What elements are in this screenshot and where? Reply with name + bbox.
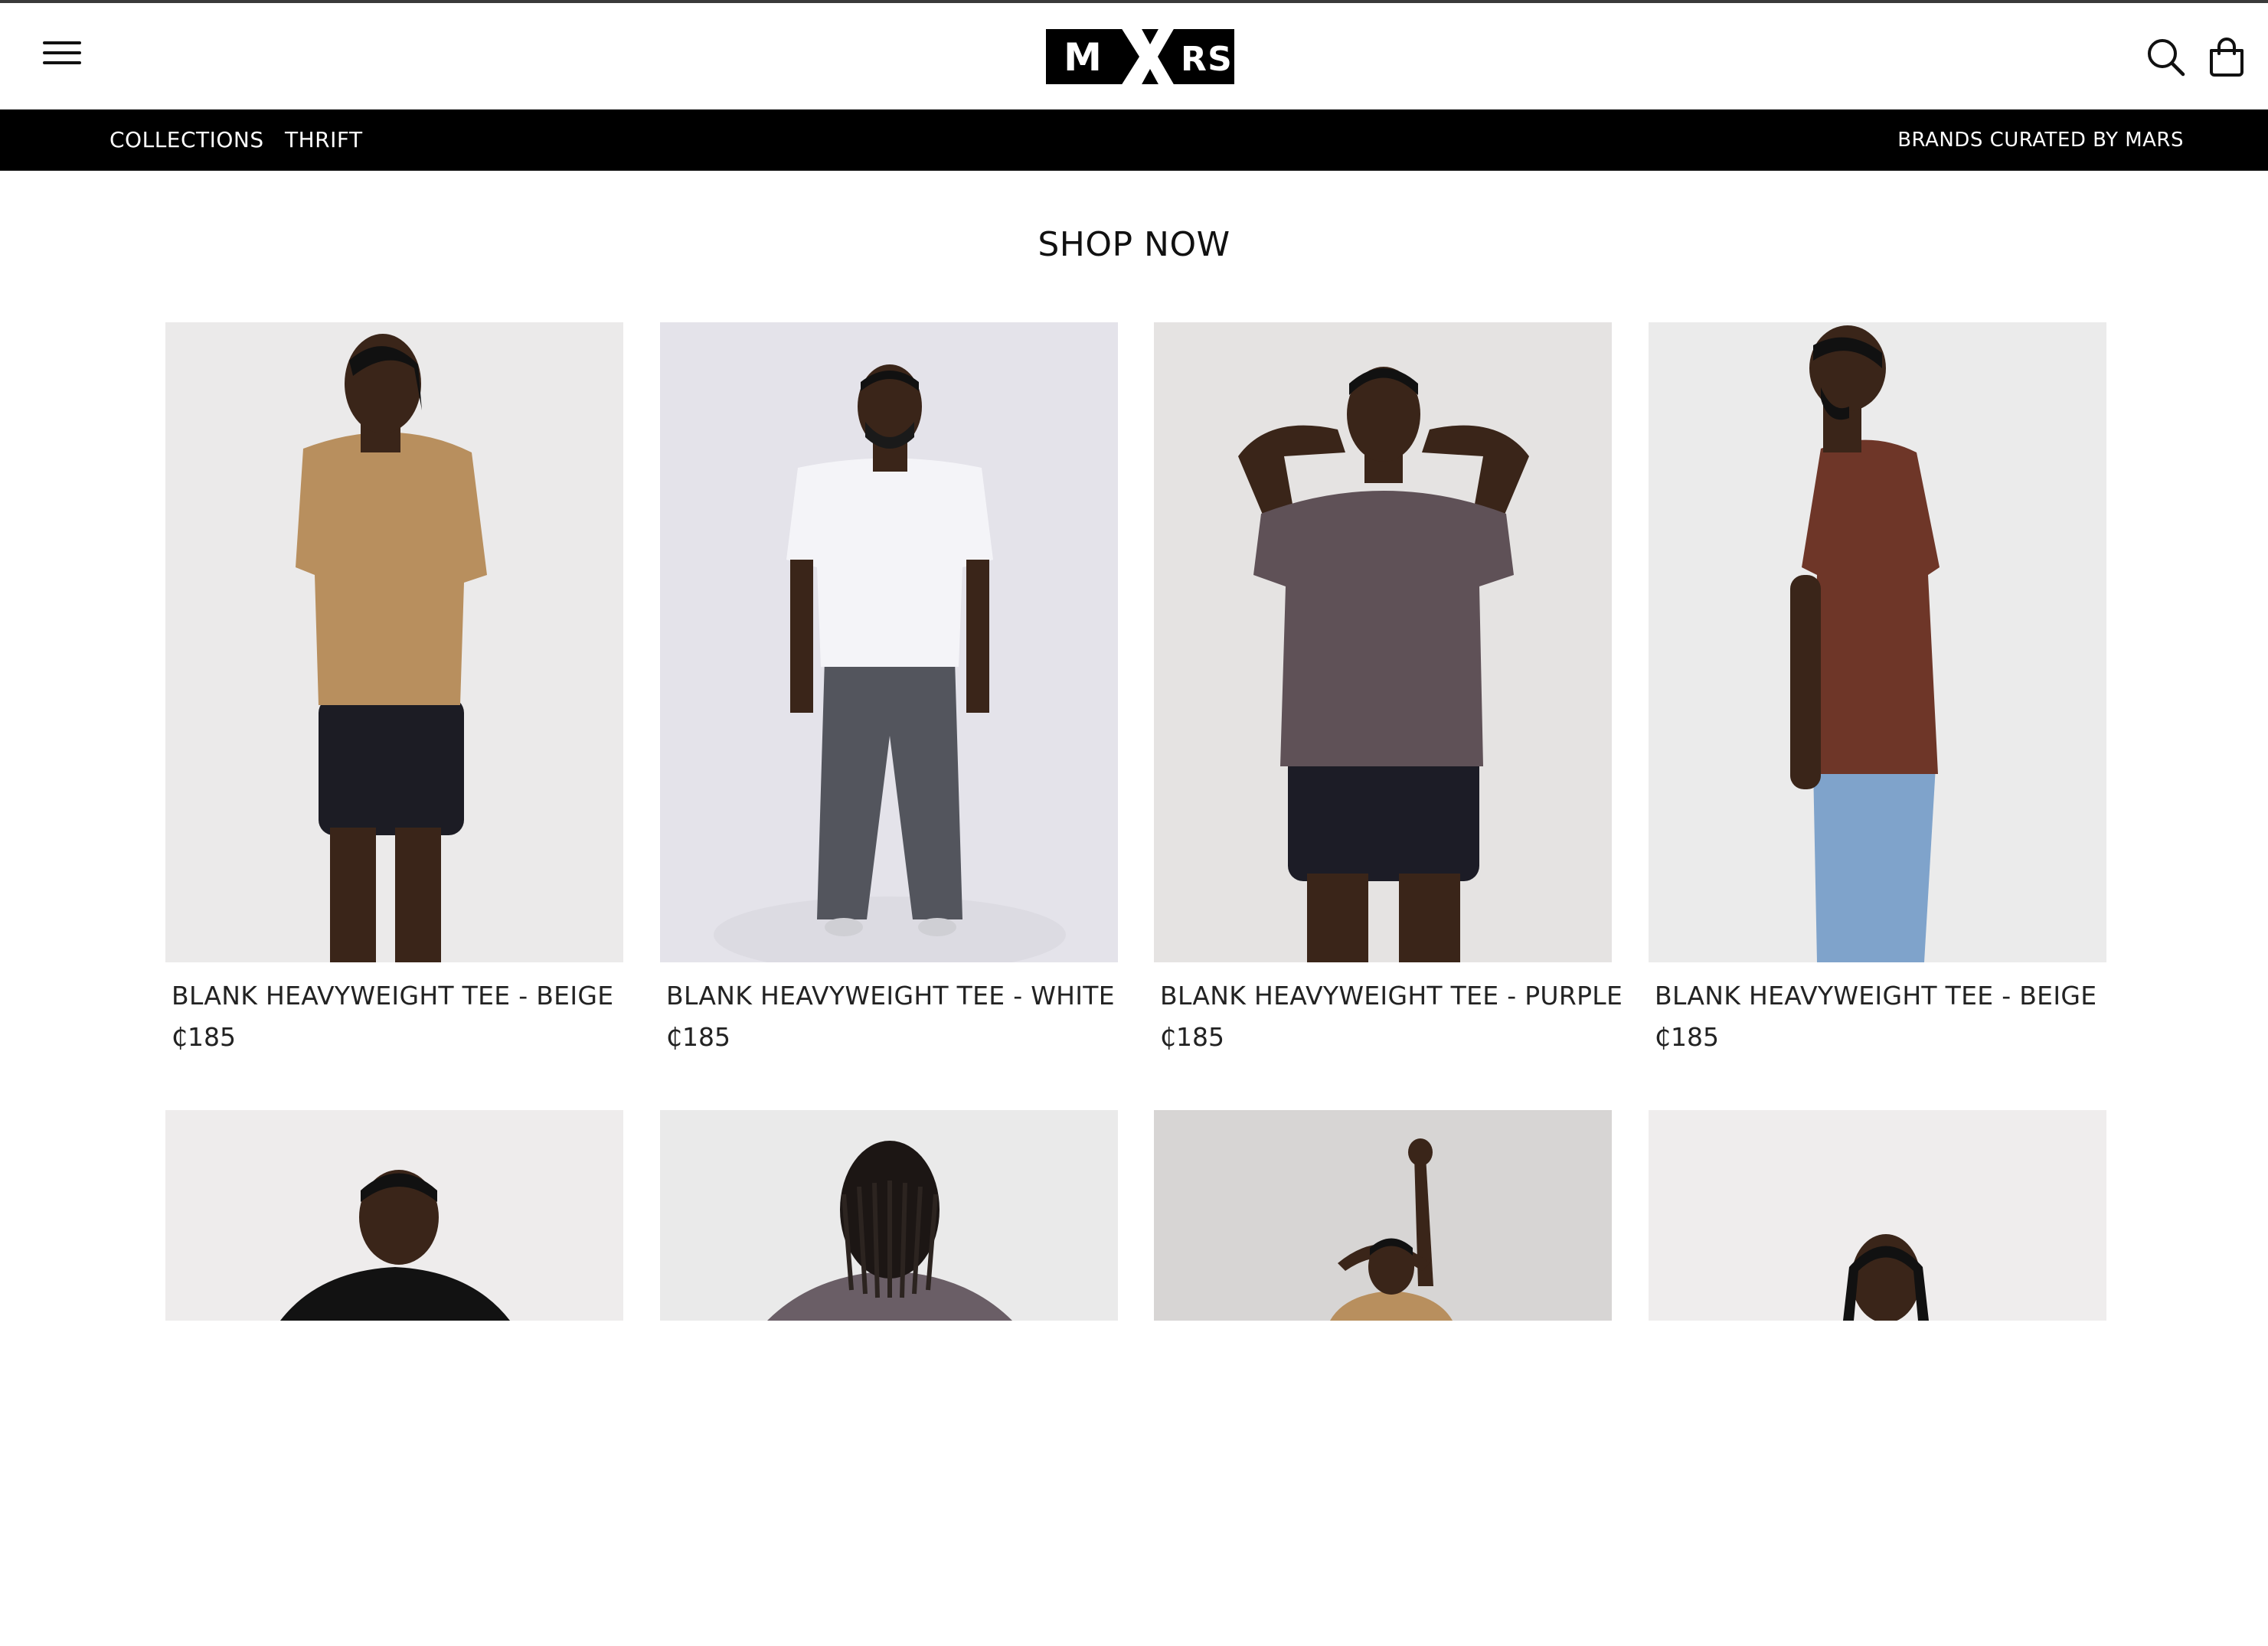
product-card[interactable]: BLANK HEAVYWEIGHT TEE - PURPLE ₵185 bbox=[1154, 322, 1623, 1052]
site-logo[interactable]: M R S bbox=[1046, 28, 1234, 86]
hamburger-menu-icon[interactable] bbox=[43, 38, 81, 67]
product-card[interactable] bbox=[1154, 1110, 1612, 1646]
product-name[interactable]: BLANK HEAVYWEIGHT TEE - BEIGE bbox=[172, 981, 613, 1011]
product-image[interactable] bbox=[165, 322, 623, 962]
site-header: M R S bbox=[0, 3, 2268, 109]
product-name[interactable]: BLANK HEAVYWEIGHT TEE - WHITE bbox=[666, 981, 1115, 1011]
mxrs-logo: M R S bbox=[1046, 28, 1234, 86]
svg-text:M: M bbox=[1064, 35, 1102, 80]
page-title: SHOP NOW bbox=[1038, 225, 1230, 264]
product-image[interactable] bbox=[1649, 1110, 2106, 1646]
product-image[interactable] bbox=[1154, 322, 1612, 962]
product-image[interactable] bbox=[165, 1110, 623, 1646]
product-image[interactable] bbox=[1649, 322, 2106, 962]
product-card[interactable] bbox=[660, 1110, 1118, 1646]
product-card[interactable] bbox=[1649, 1110, 2106, 1646]
shopping-bag-icon[interactable] bbox=[2205, 35, 2248, 78]
product-name[interactable]: BLANK HEAVYWEIGHT TEE - PURPLE bbox=[1160, 981, 1623, 1011]
product-name[interactable]: BLANK HEAVYWEIGHT TEE - BEIGE bbox=[1655, 981, 2096, 1011]
svg-text:R: R bbox=[1181, 40, 1207, 79]
nav-collections[interactable]: COLLECTIONS bbox=[109, 127, 264, 152]
product-image[interactable] bbox=[660, 322, 1118, 962]
product-image[interactable] bbox=[1154, 1110, 1612, 1646]
product-price: ₵185 bbox=[172, 1022, 236, 1052]
search-icon[interactable] bbox=[2144, 35, 2187, 78]
nav-thrift[interactable]: THRIFT bbox=[285, 127, 363, 152]
product-price: ₵185 bbox=[666, 1022, 730, 1052]
product-price: ₵185 bbox=[1160, 1022, 1224, 1052]
product-card[interactable]: BLANK HEAVYWEIGHT TEE - BEIGE ₵185 bbox=[1649, 322, 2106, 1052]
product-price: ₵185 bbox=[1655, 1022, 1719, 1052]
product-image[interactable] bbox=[660, 1110, 1118, 1646]
product-card[interactable] bbox=[165, 1110, 623, 1646]
product-card[interactable]: BLANK HEAVYWEIGHT TEE - BEIGE ₵185 bbox=[165, 322, 623, 1052]
nav-tagline: BRANDS CURATED BY MARS bbox=[1897, 129, 2184, 152]
product-card[interactable]: BLANK HEAVYWEIGHT TEE - WHITE ₵185 bbox=[660, 322, 1118, 1052]
category-nav: COLLECTIONS THRIFT BRANDS CURATED BY MAR… bbox=[0, 109, 2268, 171]
svg-text:S: S bbox=[1208, 40, 1232, 79]
